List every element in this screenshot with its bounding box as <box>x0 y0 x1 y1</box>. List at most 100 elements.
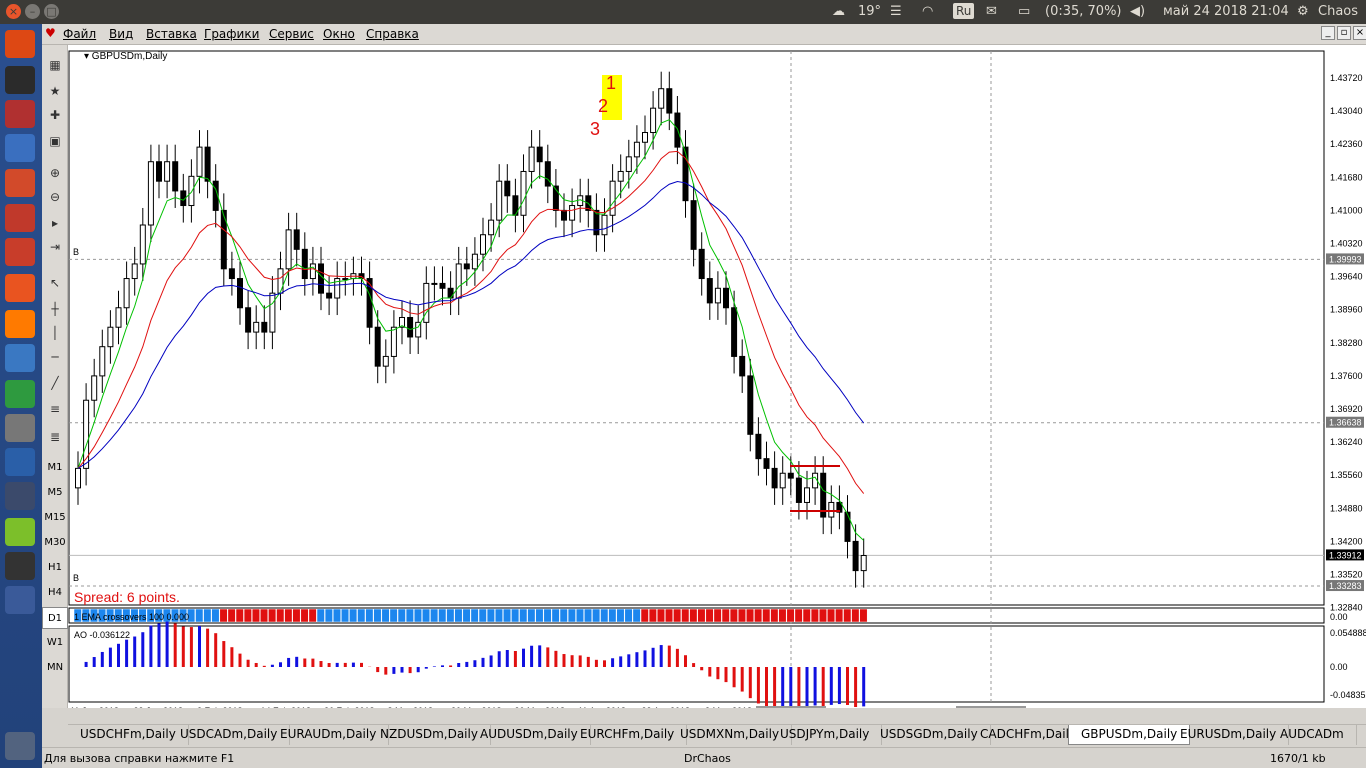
crossover-bar <box>681 608 690 623</box>
timeframe-h1[interactable]: H1 <box>42 562 68 573</box>
fibonacci-icon[interactable]: ≣ <box>45 427 65 447</box>
zoom-out-icon[interactable]: ⊖ <box>45 187 65 207</box>
chart-tab[interactable]: AUDCADm <box>1268 725 1357 745</box>
autoscroll-icon[interactable]: ⇥ <box>45 237 65 257</box>
chart-window[interactable]: 1 2 3 ▾ GBPUSDm,Daily Spread: 6 points. B B 1 … <box>68 45 1366 717</box>
timeframe-w1[interactable]: W1 <box>42 637 68 648</box>
menu-help[interactable]: Справка <box>366 27 419 41</box>
weather-temperature[interactable]: 19° <box>858 4 881 20</box>
window-maximize-button[interactable]: □ <box>44 4 59 19</box>
add-icon[interactable]: ✚ <box>45 105 65 125</box>
status-profile: DrChaos <box>684 752 731 765</box>
firefox-icon[interactable] <box>5 310 35 338</box>
chart-shift-icon[interactable]: ▸ <box>45 213 65 233</box>
timeframe-mn[interactable]: MN <box>42 662 68 673</box>
candle-body <box>690 200 697 250</box>
software-center-icon[interactable] <box>5 274 35 302</box>
crosshair-icon[interactable]: ┼ <box>45 299 65 319</box>
settings-app-icon[interactable] <box>5 238 35 266</box>
timeframe-m1[interactable]: M1 <box>42 462 68 473</box>
trash-icon[interactable] <box>5 732 35 760</box>
menu-file[interactable]: Файл <box>63 27 96 41</box>
app-icon-manager[interactable] <box>5 204 35 232</box>
timeframe-m5[interactable]: M5 <box>42 487 68 498</box>
crossover-bar <box>219 608 228 623</box>
crossover-bar <box>462 608 471 623</box>
chart-tab[interactable]: USDJPYm,Daily <box>768 725 883 745</box>
vertical-line-icon[interactable]: │ <box>45 323 65 343</box>
crossover-bar <box>616 608 625 623</box>
ubuntu-home-icon[interactable] <box>5 30 35 58</box>
candle-body <box>172 161 179 192</box>
app-icon-dc[interactable] <box>5 169 35 197</box>
candle-body <box>561 209 567 221</box>
channel-icon[interactable]: ≡ <box>45 399 65 419</box>
candle-body <box>390 326 397 357</box>
user-name[interactable]: Chaos <box>1318 4 1358 20</box>
app-icon-metatrader[interactable] <box>5 448 35 476</box>
candle-body <box>601 214 608 236</box>
mdi-restore-button[interactable]: ▫ <box>1337 26 1351 40</box>
horizontal-line-icon[interactable]: ─ <box>45 347 65 367</box>
menu-insert[interactable]: Вставка <box>146 27 197 41</box>
timeframe-m30[interactable]: M30 <box>42 537 68 548</box>
app-icon-red[interactable] <box>5 100 35 128</box>
app-icon-green[interactable] <box>5 518 35 546</box>
timeframe-m15[interactable]: M15 <box>42 512 68 523</box>
app-icon-webcam[interactable] <box>5 482 35 510</box>
mdi-minimize-button[interactable]: _ <box>1321 26 1335 40</box>
window-minimize-button[interactable]: – <box>25 4 40 19</box>
candle-body <box>763 458 770 469</box>
crossover-bar <box>770 608 779 623</box>
crossover-bar <box>397 608 406 623</box>
trendline-icon[interactable]: ╱ <box>45 373 65 393</box>
menu-window[interactable]: Окно <box>323 27 355 41</box>
candle-body <box>447 287 454 299</box>
mail-icon[interactable]: ✉ <box>986 4 997 20</box>
price-tick-label: 1.34200 <box>1330 536 1363 546</box>
candle-body <box>318 263 324 294</box>
timeframe-h4[interactable]: H4 <box>42 587 68 598</box>
profiles-icon[interactable]: ★ <box>45 81 65 101</box>
battery-status[interactable]: (0:35, 70%) <box>1045 4 1122 20</box>
candle-body <box>714 287 721 304</box>
workspace-switcher-icon[interactable] <box>5 586 35 614</box>
timeframe-d1[interactable]: D1 <box>42 607 68 629</box>
writer-icon[interactable] <box>5 344 35 372</box>
chart-toolbar: ▦ ★ ✚ ▣ ⊕ ⊖ ▸ ⇥ ↖ ┼ │ ─ ╱ ≡ ≣ M1 M5 M15 … <box>42 45 68 708</box>
battery-icon[interactable]: ▭ <box>1018 4 1030 20</box>
candle-body <box>844 511 851 542</box>
menu-service[interactable]: Сервис <box>269 27 314 41</box>
app-icon-circle[interactable] <box>5 552 35 580</box>
status-traffic: 1670/1 kb <box>1270 752 1326 765</box>
app-icon-blue[interactable] <box>5 134 35 162</box>
status-help-text: Для вызова справки нажмите F1 <box>44 752 235 765</box>
zoom-in-icon[interactable]: ⊕ <box>45 163 65 183</box>
menu-charts[interactable]: Графики <box>204 27 259 41</box>
calculator-icon[interactable] <box>5 414 35 442</box>
gear-icon[interactable]: ⚙ <box>1297 4 1309 20</box>
menu-lines-icon[interactable]: ☰ <box>890 4 902 20</box>
volume-icon[interactable]: ◀) <box>1130 4 1145 20</box>
new-chart-icon[interactable]: ▦ <box>45 55 65 75</box>
menu-bar: ♥ Файл Вид Вставка Графики Сервис Окно С… <box>42 24 1366 45</box>
price-tick-label: 1.36920 <box>1330 404 1363 414</box>
menu-view[interactable]: Вид <box>109 27 133 41</box>
wifi-icon[interactable]: ◠ <box>922 4 933 20</box>
crossover-bar <box>349 608 358 623</box>
weather-icon[interactable]: ☁ <box>832 4 845 20</box>
clock[interactable]: май 24 2018 21:04 <box>1163 4 1289 20</box>
window-close-button[interactable]: × <box>6 4 21 19</box>
candle-body <box>650 107 657 134</box>
window-icon[interactable]: ▣ <box>45 131 65 151</box>
date-tick-label: 23 Apr 2018 <box>642 706 691 708</box>
cursor-icon[interactable]: ↖ <box>45 273 65 293</box>
candle-body <box>504 180 511 197</box>
calc-icon[interactable] <box>5 380 35 408</box>
price-chart[interactable]: 1 2 3 ▾ GBPUSDm,Daily Spread: 6 points. B B 1 … <box>68 45 1366 717</box>
terminal-icon[interactable] <box>5 66 35 94</box>
keyboard-layout-indicator[interactable]: Ru <box>953 3 975 19</box>
mdi-close-button[interactable]: × <box>1353 26 1366 40</box>
crossover-bar <box>697 608 706 623</box>
candle-body <box>156 161 162 182</box>
